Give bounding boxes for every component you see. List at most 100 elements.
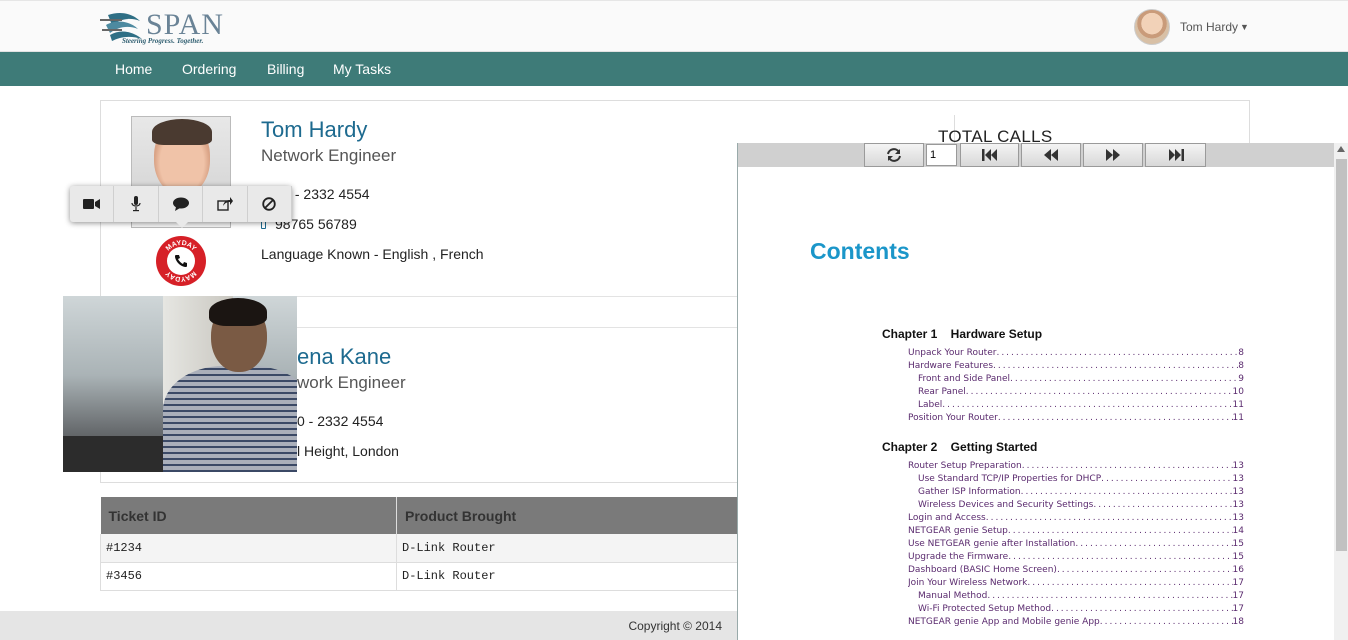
toc-entry[interactable]: Manual Method ..........................…: [918, 591, 1244, 603]
toc-page-number: 13: [1232, 487, 1244, 497]
toc-page-number: 17: [1232, 591, 1244, 601]
toc-leader-dots: ........................................…: [1099, 617, 1233, 627]
toc-page-number: 8: [1238, 348, 1244, 358]
toc-page-number: 17: [1232, 578, 1244, 588]
toc-entry[interactable]: Gather ISP Information .................…: [918, 487, 1244, 499]
first-page-button[interactable]: [960, 143, 1019, 167]
toc-entry-label: Dashboard (BASIC Home Screen): [908, 565, 1057, 575]
toc-page-number: 13: [1232, 500, 1244, 510]
contents-heading: Contents: [810, 238, 910, 264]
toc-entry[interactable]: Wireless Devices and Security Settings .…: [918, 500, 1244, 512]
toc-entry[interactable]: Wi-Fi Protected Setup Method ...........…: [918, 604, 1244, 616]
toc-page-number: 13: [1232, 474, 1244, 484]
next-page-button[interactable]: [1083, 143, 1143, 167]
scrollbar-thumb[interactable]: [1336, 159, 1347, 551]
page-number-input[interactable]: [926, 144, 957, 166]
toc-chapter-heading[interactable]: Chapter 1 Hardware Setup: [882, 327, 1042, 341]
toc-entry-label: Manual Method: [918, 591, 988, 601]
toc-entry-label: Router Setup Preparation: [908, 461, 1022, 471]
tickets-table: Ticket ID Product Brought #1234 D-Link R…: [100, 497, 740, 591]
ticket-id-cell: #1234: [100, 534, 397, 563]
copyright-text: Copyright © 2014: [628, 619, 722, 633]
toc-leader-dots: ........................................…: [985, 513, 1233, 523]
toc-leader-dots: ........................................…: [1007, 526, 1233, 536]
ticket-id-cell: #3456: [100, 562, 397, 591]
block-button[interactable]: [248, 186, 293, 222]
toc-entry[interactable]: Join Your Wireless Network .............…: [908, 578, 1244, 590]
mayday-button[interactable]: MAYDAY MAYDAY: [156, 236, 206, 286]
column-header-ticket-id[interactable]: Ticket ID: [100, 497, 397, 534]
share-button[interactable]: [203, 186, 248, 222]
toc-leader-dots: ........................................…: [1021, 461, 1233, 471]
toc-entry[interactable]: Dashboard (BASIC Home Screen) ..........…: [908, 565, 1244, 577]
row-divider: [297, 296, 737, 297]
contact-languages: Language Known - English , French: [261, 246, 484, 262]
video-call-feed[interactable]: [63, 296, 297, 472]
toc-entry[interactable]: Rear Panel .............................…: [918, 387, 1244, 399]
toc-leader-dots: ........................................…: [942, 400, 1233, 410]
toc-leader-dots: ........................................…: [1008, 552, 1232, 562]
toc-chapter-heading[interactable]: Chapter 2 Getting Started: [882, 440, 1037, 454]
video-camera-button[interactable]: [70, 186, 115, 222]
product-cell: D-Link Router: [396, 562, 740, 591]
toc-entry[interactable]: Upgrade the Firmware ...................…: [908, 552, 1244, 564]
toc-leader-dots: ........................................…: [1075, 539, 1232, 549]
toc-entry-label: Login and Access: [908, 513, 986, 523]
span-logo[interactable]: SPAN Steering Progress. Together.: [100, 9, 230, 47]
toc-entry-label: Gather ISP Information: [918, 487, 1021, 497]
toc-page-number: 16: [1232, 565, 1244, 575]
nav-ordering[interactable]: Ordering: [182, 52, 236, 86]
toc-entry[interactable]: Use Standard TCP/IP Properties for DHCP …: [918, 474, 1244, 486]
toc-entry[interactable]: NETGEAR genie Setup ....................…: [908, 526, 1244, 538]
toc-entry[interactable]: Login and Access .......................…: [908, 513, 1244, 525]
contact-address: l Height, London: [297, 443, 399, 459]
toc-entry[interactable]: Use NETGEAR genie after Installation ...…: [908, 539, 1244, 551]
toc-page-number: 14: [1232, 526, 1244, 536]
contact-phone: 0 - 2332 4554: [297, 413, 384, 429]
page-footer: Copyright © 2014: [0, 611, 740, 640]
svg-text:MAYDAY: MAYDAY: [165, 240, 198, 253]
toc-entry-label: Use Standard TCP/IP Properties for DHCP: [918, 474, 1102, 484]
toc-entry[interactable]: NETGEAR genie App and Mobile genie App .…: [908, 617, 1244, 629]
toc-page-number: 8: [1238, 361, 1244, 371]
contact-role: work Engineer: [297, 373, 406, 392]
main-navbar: Home Ordering Billing My Tasks: [0, 52, 1348, 86]
fast-forward-icon: [1106, 149, 1120, 161]
refresh-button[interactable]: [864, 143, 924, 167]
toc-entry[interactable]: Hardware Features ......................…: [908, 361, 1244, 373]
caret-down-icon: ▼: [1240, 22, 1249, 32]
top-header: SPAN Steering Progress. Together. Tom Ha…: [0, 0, 1348, 52]
nav-billing[interactable]: Billing: [267, 52, 304, 86]
toc-entry-label: Rear Panel: [918, 387, 966, 397]
chat-bubble-icon: [172, 197, 189, 211]
toc-entry-label: NETGEAR genie App and Mobile genie App: [908, 617, 1100, 627]
toc-entry[interactable]: Label ..................................…: [918, 400, 1244, 412]
mayday-ring: MAYDAY MAYDAY: [164, 240, 198, 282]
microphone-icon: [131, 196, 141, 212]
previous-page-button[interactable]: [1021, 143, 1081, 167]
toc-leader-dots: ........................................…: [1010, 374, 1239, 384]
product-cell: D-Link Router: [396, 534, 740, 563]
chat-button[interactable]: [159, 186, 204, 222]
contact-name: ena Kane: [297, 344, 392, 369]
toc-entry[interactable]: Front and Side Panel ...................…: [918, 374, 1244, 386]
last-page-button[interactable]: [1145, 143, 1206, 167]
skip-to-start-icon: [981, 149, 997, 161]
nav-home[interactable]: Home: [115, 52, 152, 86]
toc-entry-label: Use NETGEAR genie after Installation: [908, 539, 1076, 549]
microphone-button[interactable]: [114, 186, 159, 222]
user-name: Tom Hardy: [1180, 20, 1239, 34]
toc-leader-dots: ........................................…: [965, 387, 1233, 397]
toc-entry[interactable]: Unpack Your Router .....................…: [908, 348, 1244, 360]
user-menu[interactable]: Tom Hardy ▼: [1134, 9, 1249, 45]
nav-my-tasks[interactable]: My Tasks: [333, 52, 391, 86]
toc-page-number: 10: [1232, 387, 1244, 397]
scroll-up-arrow-icon[interactable]: [1337, 146, 1345, 152]
toc-entry[interactable]: Router Setup Preparation ...............…: [908, 461, 1244, 473]
column-header-product[interactable]: Product Brought: [396, 497, 740, 534]
toc-entry[interactable]: Position Your Router ...................…: [908, 413, 1244, 425]
table-row[interactable]: #1234 D-Link Router: [100, 534, 740, 563]
table-row[interactable]: #3456 D-Link Router: [100, 562, 740, 591]
user-avatar: [1134, 9, 1170, 45]
viewer-scrollbar[interactable]: [1334, 143, 1348, 640]
